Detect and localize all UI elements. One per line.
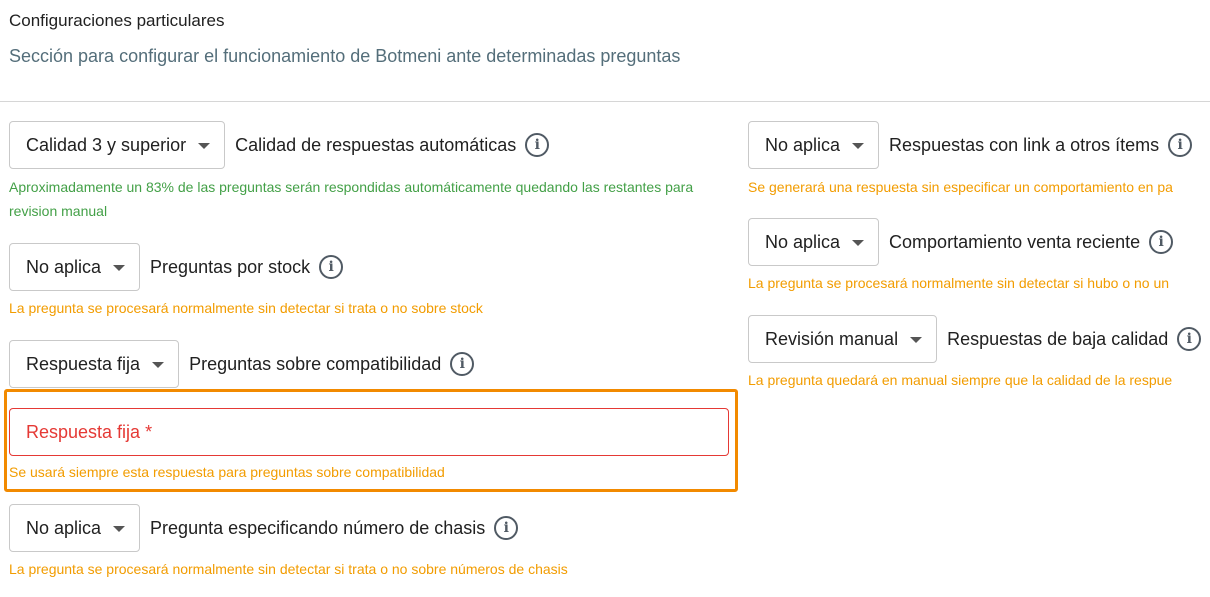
info-icon[interactable]: i [494, 516, 519, 540]
info-icon[interactable]: i [1168, 133, 1193, 157]
links-hint: Se generará una respuesta sin especifica… [748, 179, 1173, 195]
stock-select-value: No aplica [26, 256, 102, 277]
info-icon[interactable]: i [1177, 327, 1202, 351]
fixed-response-label: Respuesta fija * [26, 421, 153, 442]
chevron-down-icon [852, 240, 865, 246]
recent-select[interactable]: No aplica [748, 218, 880, 266]
chassis-select-value: No aplica [26, 517, 102, 538]
compat-select[interactable]: Respuesta fija [9, 340, 180, 388]
section-subtitle: Sección para configurar el funcionamient… [9, 46, 681, 66]
links-label: Respuestas con link a otros ítems [889, 134, 1160, 155]
chassis-label: Pregunta especificando número de chasis [150, 517, 486, 538]
links-select-value: No aplica [765, 134, 841, 155]
stock-setting: No aplica Preguntas por stock i [9, 243, 344, 291]
lowq-select-value: Revisión manual [765, 328, 899, 349]
chevron-down-icon [910, 337, 923, 343]
lowq-select[interactable]: Revisión manual [748, 315, 938, 363]
section-title: Configuraciones particulares [9, 11, 225, 30]
recent-setting: No aplica Comportamiento venta reciente … [748, 218, 1174, 266]
quality-select-value: Calidad 3 y superior [26, 134, 187, 155]
quality-hint: Aproximadamente un 83% de las preguntas … [9, 179, 694, 219]
recent-select-value: No aplica [765, 231, 841, 252]
quality-setting: Calidad 3 y superior Calidad de respuest… [9, 121, 550, 169]
info-icon[interactable]: i [450, 352, 475, 376]
chevron-down-icon [113, 265, 126, 271]
lowq-setting: Revisión manual Respuestas de baja calid… [748, 315, 1202, 363]
compat-select-value: Respuesta fija [26, 353, 141, 374]
stock-label: Preguntas por stock [150, 256, 311, 277]
lowq-hint: La pregunta quedará en manual siempre qu… [748, 372, 1173, 388]
info-icon[interactable]: i [525, 133, 550, 157]
chevron-down-icon [852, 143, 865, 149]
quality-select[interactable]: Calidad 3 y superior [9, 121, 226, 169]
recent-label: Comportamiento venta reciente [889, 231, 1141, 252]
divider [0, 101, 1210, 102]
info-icon[interactable]: i [319, 255, 344, 279]
chevron-down-icon [198, 143, 211, 149]
chevron-down-icon [113, 526, 126, 532]
links-select[interactable]: No aplica [748, 121, 880, 169]
compat-setting: Respuesta fija Preguntas sobre compatibi… [9, 340, 475, 388]
stock-select[interactable]: No aplica [9, 243, 141, 291]
chassis-setting: No aplica Pregunta especificando número … [9, 504, 519, 552]
lowq-label: Respuestas de baja calidad [947, 328, 1169, 349]
recent-hint: La pregunta se procesará normalmente sin… [748, 275, 1170, 291]
quality-label: Calidad de respuestas automáticas [235, 134, 517, 155]
info-icon[interactable]: i [1149, 230, 1174, 254]
chassis-hint: La pregunta se procesará normalmente sin… [9, 561, 568, 577]
compat-hint: Se usará siempre esta respuesta para pre… [9, 464, 445, 480]
links-setting: No aplica Respuestas con link a otros ít… [748, 121, 1193, 169]
fixed-response-input[interactable]: Respuesta fija * [9, 408, 729, 456]
chevron-down-icon [152, 362, 165, 368]
chassis-select[interactable]: No aplica [9, 504, 141, 552]
compat-label: Preguntas sobre compatibilidad [189, 353, 442, 374]
stock-hint: La pregunta se procesará normalmente sin… [9, 300, 483, 316]
